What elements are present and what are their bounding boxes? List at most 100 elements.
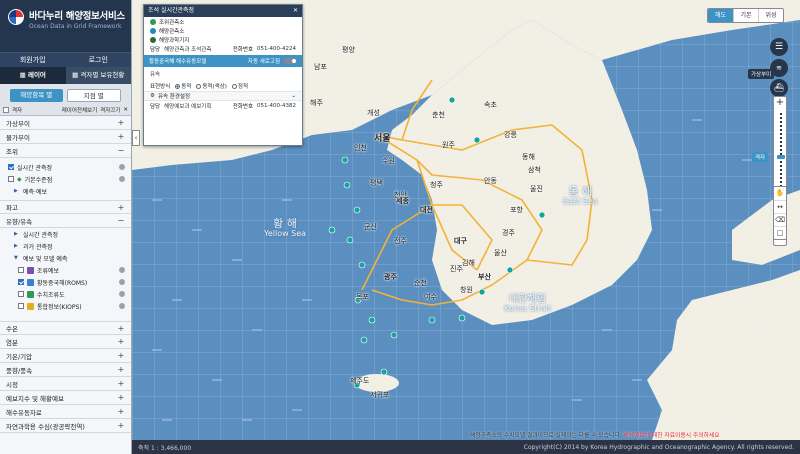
radio-dynamic-color[interactable]: 동적(색상) bbox=[196, 82, 227, 90]
city-label: 안동 bbox=[484, 177, 497, 185]
expand-icon[interactable]: + bbox=[117, 365, 125, 374]
sidebar-collapse-button[interactable]: ‹ bbox=[132, 130, 140, 146]
current-realtime-item[interactable]: ▶ 실시간 관측정 bbox=[0, 228, 131, 240]
expand-icon[interactable]: + bbox=[117, 393, 125, 402]
tab-satellite[interactable]: 위성 bbox=[758, 9, 783, 22]
collapse-icon[interactable]: − bbox=[117, 146, 125, 155]
brand-title[interactable]: 바다누리 해양정보서비스 bbox=[29, 8, 125, 22]
area-tool-icon[interactable]: □ bbox=[774, 226, 786, 239]
collapse-triangle-icon[interactable]: ▼ bbox=[14, 255, 20, 261]
city-label: 개성 bbox=[367, 109, 380, 117]
radio-label: 동적 bbox=[181, 83, 192, 90]
expand-icon[interactable]: + bbox=[117, 324, 125, 333]
model-numeric-tidal[interactable]: 수치조류도 bbox=[0, 288, 131, 300]
settings-icon[interactable] bbox=[119, 176, 125, 182]
close-icon[interactable]: ✕ bbox=[123, 107, 128, 113]
checkbox[interactable] bbox=[18, 267, 24, 273]
model-roms[interactable]: 황동중국해(ROMS) bbox=[0, 276, 131, 288]
info-button[interactable]: ⛴ bbox=[770, 79, 788, 97]
tab-grid-holdings[interactable]: ▦ 격자별 보유현황 bbox=[65, 67, 131, 84]
chevron-down-icon[interactable]: ⌄ bbox=[291, 93, 296, 99]
brand-header: 바다누리 해양정보서비스 Ocean Data in Grid Framewor… bbox=[0, 0, 131, 52]
radio-dynamic[interactable]: 동적 bbox=[175, 82, 191, 90]
settings-icon[interactable] bbox=[119, 291, 125, 297]
grid-checkbox[interactable] bbox=[3, 107, 9, 113]
map-scale: 축척 1 : 3,466,000 bbox=[138, 444, 192, 452]
menu-button[interactable]: ☰ bbox=[770, 38, 788, 56]
checkbox[interactable] bbox=[18, 303, 24, 309]
section-wind[interactable]: 풍향/풍속 + bbox=[0, 363, 131, 377]
tab-basic[interactable]: 기본 bbox=[733, 9, 758, 22]
section-salinity[interactable]: 염분 + bbox=[0, 335, 131, 349]
radio-static[interactable]: 정적 bbox=[231, 82, 248, 90]
section-water-temp[interactable]: 수온 + bbox=[0, 321, 131, 335]
checkbox[interactable] bbox=[18, 279, 24, 285]
env-settings-row[interactable]: ⚙ 유속 환경설정 ⌄ bbox=[144, 91, 302, 101]
collapse-icon[interactable]: − bbox=[117, 216, 125, 225]
section-water-buoy[interactable]: 물가부이 + bbox=[0, 130, 131, 144]
model-tidal-forecast[interactable]: 조류예보 bbox=[0, 264, 131, 276]
expand-icon[interactable]: + bbox=[117, 407, 125, 416]
item-label: 기본수준점 bbox=[24, 176, 53, 184]
tab-layer[interactable]: ▦ 레이어 bbox=[0, 67, 66, 84]
expand-icon[interactable]: + bbox=[117, 337, 125, 346]
section-depth[interactable]: 자연과학용 수심(광공략천역) + bbox=[0, 419, 131, 433]
expand-icon[interactable]: + bbox=[117, 421, 125, 430]
tide-forecast-item[interactable]: ▶ 예측·예보 bbox=[0, 185, 131, 197]
checkbox[interactable] bbox=[8, 176, 14, 182]
expand-icon[interactable]: + bbox=[117, 203, 125, 212]
settings-icon[interactable] bbox=[119, 279, 125, 285]
expand-icon[interactable]: + bbox=[117, 351, 125, 360]
current-past-item[interactable]: ▶ 과거 관측정 bbox=[0, 240, 131, 252]
model-kiops[interactable]: 통합정보(KIOPS) bbox=[0, 300, 131, 312]
section-wave[interactable]: 파고 + bbox=[0, 200, 131, 214]
pan-tool-icon[interactable]: ✋ bbox=[774, 187, 786, 200]
section-current[interactable]: 유향/유속 − bbox=[0, 214, 131, 228]
wave-icon: ≋ bbox=[776, 64, 782, 72]
section-flow-data[interactable]: 해수유동자료 + bbox=[0, 405, 131, 419]
layer-full-view-link[interactable]: 레이어전체보기 bbox=[62, 106, 97, 114]
zoom-knob[interactable] bbox=[777, 155, 785, 159]
numeric-tidal-icon bbox=[27, 290, 34, 298]
expand-triangle-icon[interactable]: ▶ bbox=[14, 231, 20, 237]
eraser-tool-icon[interactable]: ⌫ bbox=[774, 213, 786, 226]
item-label: 황동중국해(ROMS) bbox=[37, 279, 88, 287]
expand-triangle-icon[interactable]: ▶ bbox=[14, 243, 20, 249]
expand-triangle-icon[interactable]: ▶ bbox=[14, 188, 20, 194]
grid-zoom-chip[interactable]: 격자 bbox=[752, 152, 769, 162]
measure-tool-icon[interactable]: ↔ bbox=[774, 200, 786, 213]
settings-icon[interactable] bbox=[119, 303, 125, 309]
settings-icon[interactable] bbox=[119, 267, 125, 273]
grid-off-link[interactable]: 격자끄기 bbox=[100, 106, 120, 114]
section-air-temp[interactable]: 기온/기압 + bbox=[0, 349, 131, 363]
settings-icon[interactable] bbox=[119, 164, 125, 170]
section-visibility[interactable]: 시정 + bbox=[0, 377, 131, 391]
tide-realtime-item[interactable]: 실시간 관측정 bbox=[0, 161, 131, 173]
checkbox[interactable] bbox=[8, 164, 14, 170]
contact-dept: 해양관측과 조석관측 bbox=[164, 47, 212, 53]
map-tools: ✋ ↔ ⌫ □ bbox=[773, 186, 787, 240]
expand-icon[interactable]: + bbox=[117, 132, 125, 141]
expand-icon[interactable]: + bbox=[117, 118, 125, 127]
tab-chart[interactable]: 해도 bbox=[708, 9, 733, 22]
login-button[interactable]: 로그인 bbox=[66, 53, 132, 67]
tide-benchmark-item[interactable]: ◆ 기본수준점 bbox=[0, 173, 131, 185]
radio-icon bbox=[231, 83, 237, 89]
checkbox[interactable] bbox=[18, 291, 24, 297]
by-point-button[interactable]: 지점 별 bbox=[66, 89, 121, 102]
by-item-button[interactable]: 해양항목 별 bbox=[10, 89, 63, 102]
zoom-in-button[interactable]: + bbox=[774, 97, 786, 110]
section-label: 수온 bbox=[6, 325, 18, 333]
join-button[interactable]: 회원가입 bbox=[0, 53, 66, 67]
city-label: 포항 bbox=[510, 206, 523, 214]
current-forecast-item[interactable]: ▼ 예보 및 모델 예측 bbox=[0, 252, 131, 264]
app-root: 바다누리 해양정보서비스 Ocean Data in Grid Framewor… bbox=[0, 0, 800, 454]
section-forecast-index[interactable]: 예보지수 및 해황예보 + bbox=[0, 391, 131, 405]
section-tide[interactable]: 조위 − bbox=[0, 144, 131, 158]
section-virtual-buoy[interactable]: 가상부이 + bbox=[0, 116, 131, 130]
auto-refresh-toggle[interactable] bbox=[283, 58, 297, 64]
close-icon[interactable]: ✕ bbox=[293, 5, 298, 17]
expand-icon[interactable]: + bbox=[117, 379, 125, 388]
virtual-buoy-chip[interactable]: 가상부이 bbox=[748, 69, 775, 79]
sub-title: 유속 bbox=[150, 72, 161, 78]
